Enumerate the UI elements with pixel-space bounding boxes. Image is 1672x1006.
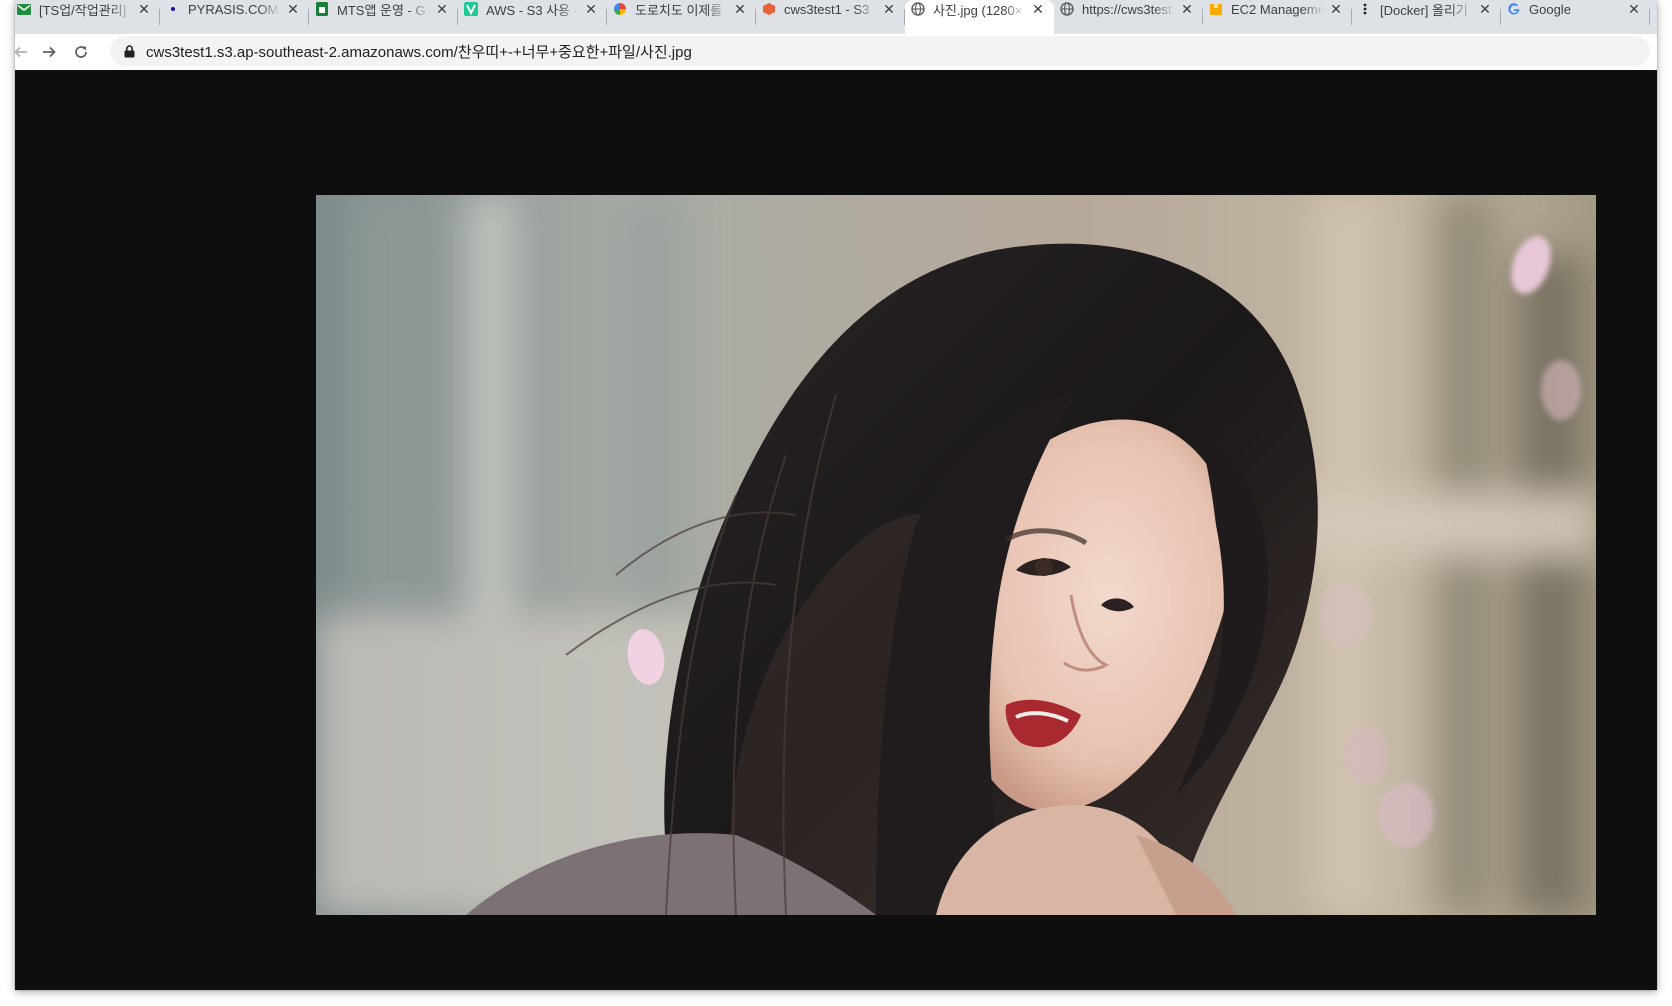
aws-cube-icon <box>762 2 776 16</box>
close-icon[interactable]: ✕ <box>1030 1 1046 17</box>
close-icon[interactable]: ✕ <box>732 1 748 17</box>
close-icon[interactable]: ✕ <box>136 1 152 17</box>
tab[interactable]: [TS업/작업관리] ✕ <box>15 0 160 34</box>
globe-icon <box>1060 2 1074 16</box>
back-button[interactable] <box>15 38 35 66</box>
aws-box-icon <box>1209 2 1223 16</box>
tab-title: AWS - S3 사용 - <box>486 0 579 19</box>
tab[interactable]: MTS앱 운영 - G ✕ <box>309 0 458 34</box>
tab-title: PYRASIS.COM: <box>188 1 281 17</box>
browser-window: [TS업/작업관리] ✕ PYRASIS.COM: ✕ MTS앱 운영 - G … <box>15 0 1657 990</box>
tab-title: [TS업/작업관리] <box>39 0 132 19</box>
reload-button[interactable] <box>67 38 95 66</box>
tab-strip: [TS업/작업관리] ✕ PYRASIS.COM: ✕ MTS앱 운영 - G … <box>15 0 1657 34</box>
dot-icon <box>166 2 180 16</box>
google-icon <box>1507 2 1521 16</box>
tab-title: MTS앱 운영 - G <box>337 0 430 19</box>
close-icon[interactable]: ✕ <box>434 1 450 17</box>
tab-title: cws3test1 - S3 <box>784 1 877 17</box>
tab[interactable]: https://cws3test ✕ <box>1054 0 1203 34</box>
displayed-image[interactable] <box>316 195 1596 915</box>
tab-title: https://cws3test <box>1082 1 1175 17</box>
photo-portrait <box>316 195 1596 915</box>
tab-title: EC2 Manageme <box>1231 1 1324 17</box>
tab[interactable]: AWS - S3 사용 - ✕ <box>458 0 607 34</box>
tab[interactable]: [Docker] 올리기 ✕ <box>1352 0 1501 34</box>
toolbar: cws3test1.s3.ap-southeast-2.amazonaws.co… <box>15 34 1657 71</box>
pinwheel-icon <box>613 2 627 16</box>
tab-active[interactable]: 사진.jpg (1280× ✕ <box>905 0 1054 34</box>
forward-button[interactable] <box>35 38 63 66</box>
tab[interactable]: PYRASIS.COM: ✕ <box>160 0 309 34</box>
tab-title: 도로치도 이제를 <box>635 0 728 19</box>
close-icon[interactable]: ✕ <box>1477 1 1493 17</box>
gmail-icon <box>17 2 31 16</box>
lock-icon[interactable] <box>122 44 136 58</box>
kebab-icon <box>1358 2 1372 16</box>
reload-icon <box>75 46 87 58</box>
tab[interactable]: cws3test1 - S3 ✕ <box>756 0 905 34</box>
tab-title: Google <box>1529 1 1622 17</box>
page-viewport <box>15 70 1657 990</box>
globe-icon <box>911 2 925 16</box>
url-text[interactable]: cws3test1.s3.ap-southeast-2.amazonaws.co… <box>146 41 692 62</box>
forward-arrow-icon <box>43 46 56 58</box>
tab[interactable]: 도로치도 이제를 ✕ <box>607 0 756 34</box>
close-icon[interactable]: ✕ <box>583 1 599 17</box>
close-icon[interactable]: ✕ <box>881 1 897 17</box>
tab-title: 사진.jpg (1280× <box>933 0 1026 19</box>
close-icon[interactable]: ✕ <box>1328 1 1344 17</box>
back-arrow-icon <box>15 46 27 58</box>
tab[interactable]: EC2 Manageme ✕ <box>1203 0 1352 34</box>
tab[interactable]: Google ✕ <box>1501 0 1650 34</box>
close-icon[interactable]: ✕ <box>1179 1 1195 17</box>
tab-title: [Docker] 올리기 <box>1380 0 1473 19</box>
sheets-icon <box>315 2 329 16</box>
close-icon[interactable]: ✕ <box>1626 1 1642 17</box>
v-icon <box>464 2 478 16</box>
close-icon[interactable]: ✕ <box>285 1 301 17</box>
address-bar[interactable]: cws3test1.s3.ap-southeast-2.amazonaws.co… <box>110 36 1650 66</box>
